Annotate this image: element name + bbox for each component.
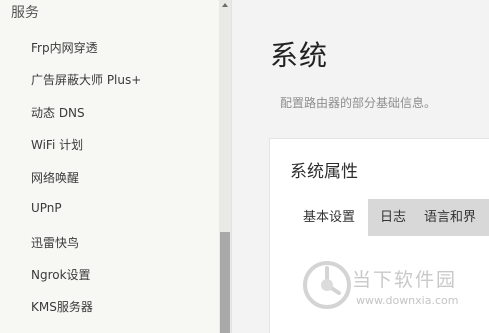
sidebar-item-upnp[interactable]: UPnP: [31, 201, 62, 215]
watermark-logo-icon: [303, 261, 351, 309]
tab-logs[interactable]: 日志: [368, 199, 418, 236]
sidebar-item-xunlei[interactable]: 迅雷快鸟: [31, 234, 79, 251]
watermark-title: 当下软件园: [352, 269, 458, 291]
sidebar-item-frp[interactable]: Frp内网穿透: [31, 39, 98, 56]
scroll-up-icon[interactable]: [222, 3, 228, 7]
tab-basic-settings[interactable]: 基本设置: [290, 199, 368, 236]
sidebar-item-ngrok[interactable]: Ngrok设置: [31, 266, 91, 283]
page-subtitle: 配置路由器的部分基础信息。: [280, 96, 437, 110]
tab-bar: 基本设置 日志 语言和界: [290, 199, 489, 236]
panel-title: 系统属性: [290, 162, 358, 182]
sidebar-item-wifi-schedule[interactable]: WiFi 计划: [31, 136, 83, 153]
page-title: 系统: [270, 39, 329, 72]
sidebar: 服务 Frp内网穿透 广告屏蔽大师 Plus+ 动态 DNS WiFi 计划 网…: [0, 0, 232, 333]
watermark: 当下软件园 www.downxia.com: [300, 258, 489, 318]
tab-language-and-interface[interactable]: 语言和界: [418, 199, 489, 236]
watermark-url: www.downxia.com: [356, 294, 459, 307]
sidebar-item-ddns[interactable]: 动态 DNS: [31, 104, 85, 121]
sidebar-scrollbar-thumb[interactable]: [220, 232, 230, 333]
sidebar-section-title: 服务: [11, 5, 39, 21]
sidebar-item-wol[interactable]: 网络唤醒: [31, 169, 79, 186]
sidebar-item-adblock[interactable]: 广告屏蔽大师 Plus+: [31, 71, 141, 88]
sidebar-item-kms[interactable]: KMS服务器: [31, 298, 93, 315]
